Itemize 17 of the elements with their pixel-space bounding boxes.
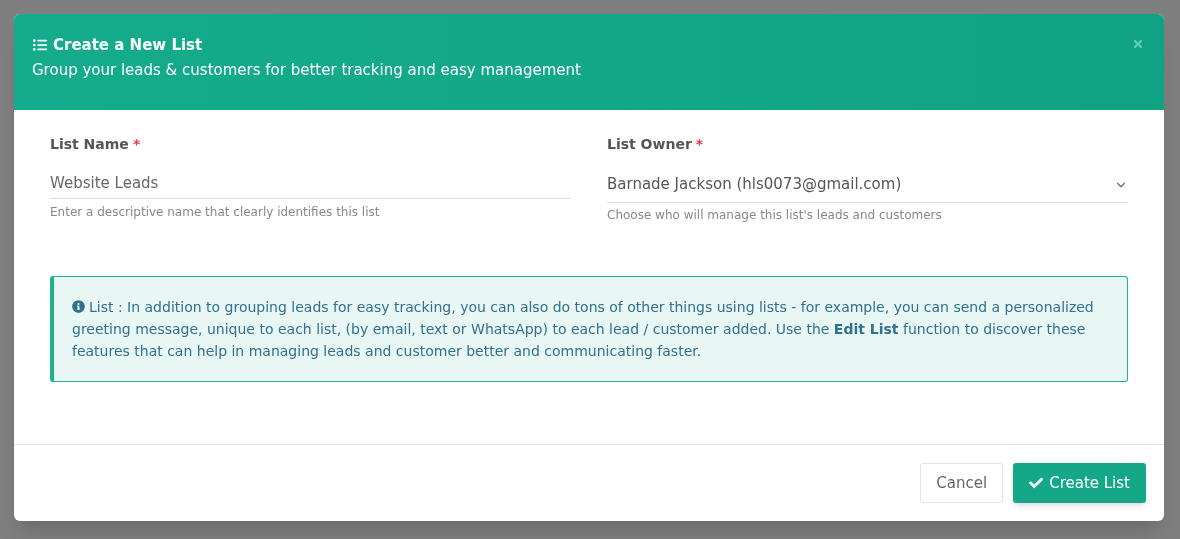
owner-select[interactable]: Barnade Jackson (hls0073@gmail.com) [607, 167, 1128, 203]
field-label: List Name [50, 135, 129, 154]
close-icon [1132, 38, 1144, 50]
modal-title: Create a New List [53, 35, 203, 56]
required-mark: * [695, 135, 704, 154]
info-text: List : In addition to grouping leads for easy tracking, you can also do tons of other things using lists - for example, you can send a personalized greeting message, unique to each list, (by email, text or WhatsApp) to each lead / customer added. Use the Edit List function to discover these features that can help in managing leads and customer better and communicating faster. [72, 298, 1095, 361]
check-icon [1029, 476, 1044, 490]
field-help: Choose who will manage this list's leads and customers [607, 207, 943, 224]
cancel-button[interactable]: Cancel [920, 463, 1004, 503]
close-button[interactable] [1132, 38, 1144, 50]
modal-subtitle: Group your leads & customers for better tracking and easy management [32, 59, 582, 81]
required-mark: * [132, 135, 141, 154]
field-help: Enter a descriptive name that clearly identifies this list [50, 204, 381, 221]
name-input[interactable]: Website Leads [50, 167, 571, 199]
field-label: List Owner [607, 135, 692, 154]
list-icon [32, 38, 48, 53]
info-icon [72, 300, 85, 313]
